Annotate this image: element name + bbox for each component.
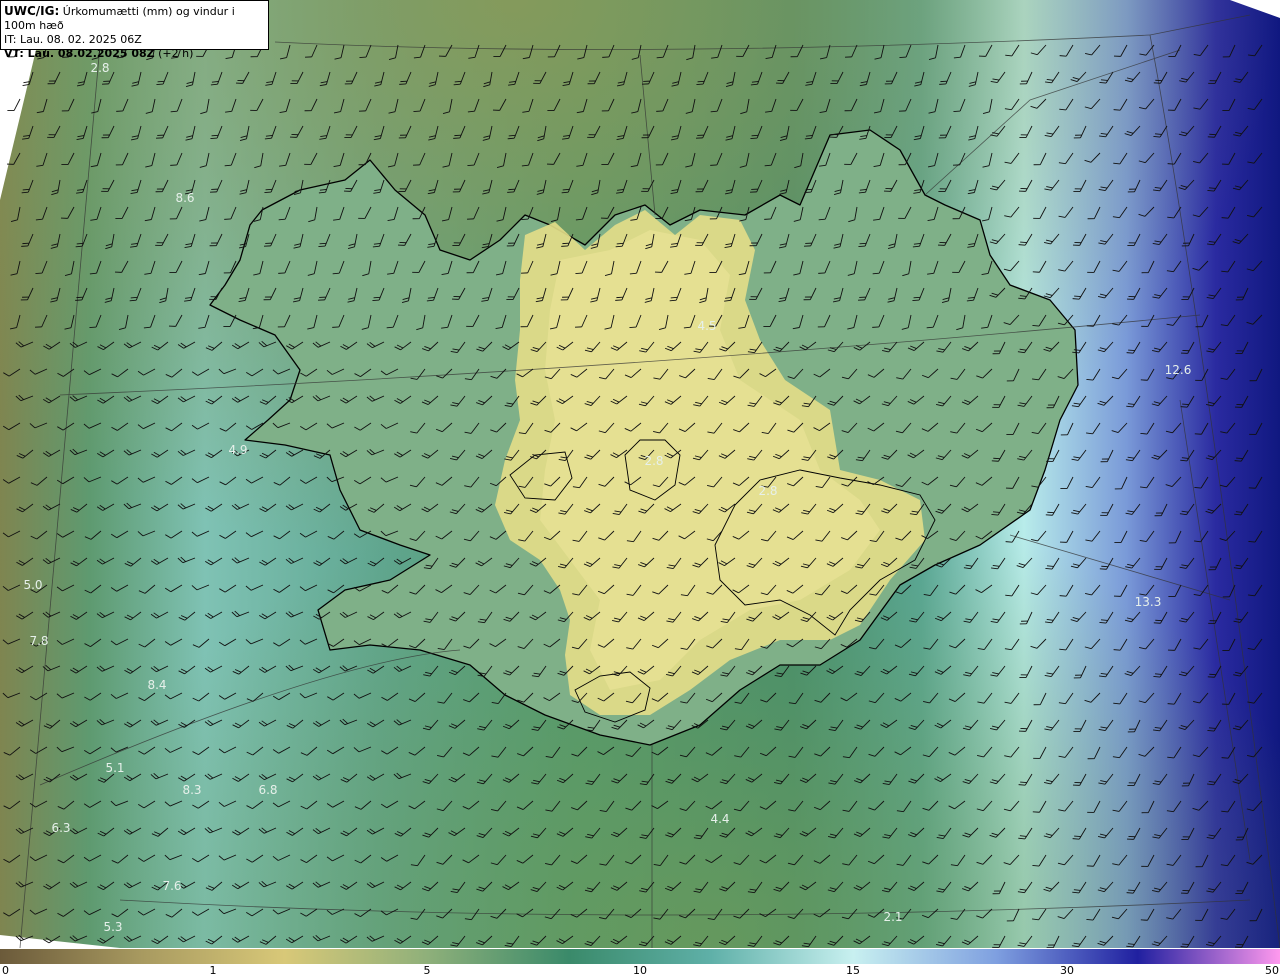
precip-value-label: 12.6 <box>1165 363 1192 377</box>
precip-value-label: 6.8 <box>258 783 277 797</box>
precip-value-label: 2.8 <box>90 61 109 75</box>
valid-time: VT: Lau. 08.02.2025 08Z <box>4 47 155 60</box>
colorbar-strip <box>0 949 1280 964</box>
precip-value-label: 4.9 <box>228 443 247 457</box>
precip-value-label: 2.1 <box>883 910 902 924</box>
precip-value-label: 8.6 <box>175 191 194 205</box>
precip-value-label: 13.3 <box>1135 595 1162 609</box>
colorbar-tick-10: 10 <box>633 964 647 977</box>
colorbar: 0 1 5 10 15 30 50 <box>0 948 1280 978</box>
colorbar-gradient <box>0 949 1280 964</box>
issue-time: IT: Lau. 08. 02. 2025 06Z <box>4 33 142 46</box>
title-row: UWC/IG: Úrkomumætti (mm) og vindur i 100… <box>4 4 265 33</box>
title-box: UWC/IG: Úrkomumætti (mm) og vindur i 100… <box>0 0 269 60</box>
colorbar-tick-1: 1 <box>209 964 217 977</box>
precip-value-label: 8.3 <box>182 783 201 797</box>
colorbar-tick-0: 0 <box>2 964 9 977</box>
colorbar-tick-5: 5 <box>423 964 431 977</box>
colorbar-tick-50: 50 <box>1265 964 1279 977</box>
precip-value-label: 4.5 <box>697 319 716 333</box>
weather-map: 2.8 8.6 4.5 12.6 4.9 2.8 2.8 5.0 7.8 8.4 13.3 5.1 8.… <box>0 0 1280 948</box>
precip-value-label: 4.4 <box>710 812 729 826</box>
precip-value-label: 5.1 <box>105 761 124 775</box>
colorbar-tick-30: 30 <box>1060 964 1074 977</box>
precip-value-label: 2.8 <box>758 484 777 498</box>
precip-value-label: 7.8 <box>29 634 48 648</box>
product-label: UWC/IG: <box>4 4 60 18</box>
precip-value-label: 7.6 <box>162 879 181 893</box>
precip-value-label: 8.4 <box>147 678 166 692</box>
precip-value-label: 5.0 <box>23 578 42 592</box>
valid-time-row: VT: Lau. 08.02.2025 08Z (+2 h) <box>4 47 265 61</box>
colorbar-tick-15: 15 <box>846 964 860 977</box>
precip-value-label: 5.3 <box>103 920 122 934</box>
precip-value-label: 6.3 <box>51 821 70 835</box>
precip-value-label: 2.8 <box>644 454 663 468</box>
valid-offset: (+2 h) <box>158 47 194 60</box>
